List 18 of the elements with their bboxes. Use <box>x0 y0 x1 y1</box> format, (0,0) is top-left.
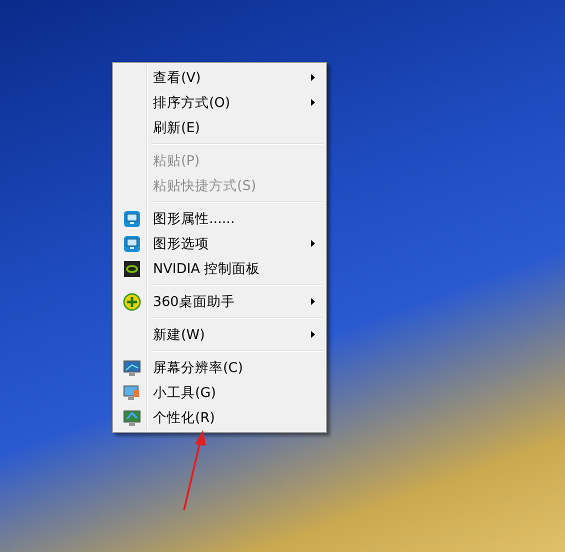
menu-item[interactable]: 新建(W) <box>115 322 324 347</box>
monitor-icon <box>123 234 141 252</box>
menu-item[interactable]: 查看(V) <box>115 65 324 90</box>
monitor-icon <box>123 384 141 402</box>
menu-item[interactable]: 小工具(G) <box>115 380 324 405</box>
menu-item[interactable]: 图形属性...... <box>115 206 324 231</box>
menu-item[interactable]: 屏幕分辨率(C) <box>115 355 324 380</box>
plus-icon <box>123 292 141 310</box>
menu-item[interactable]: 360桌面助手 <box>115 289 324 314</box>
menu-item[interactable]: 刷新(E) <box>115 115 324 140</box>
menu-item[interactable]: NVIDIA 控制面板 <box>115 256 324 281</box>
menu-item[interactable]: 排序方式(O) <box>115 90 324 115</box>
monitor-icon <box>123 358 141 376</box>
monitor-icon <box>123 210 141 228</box>
chip-icon <box>123 260 141 278</box>
menu-item[interactable]: 个性化(R) <box>115 405 324 430</box>
monitor-icon <box>123 408 141 426</box>
menu-item[interactable]: 图形选项 <box>115 231 324 256</box>
